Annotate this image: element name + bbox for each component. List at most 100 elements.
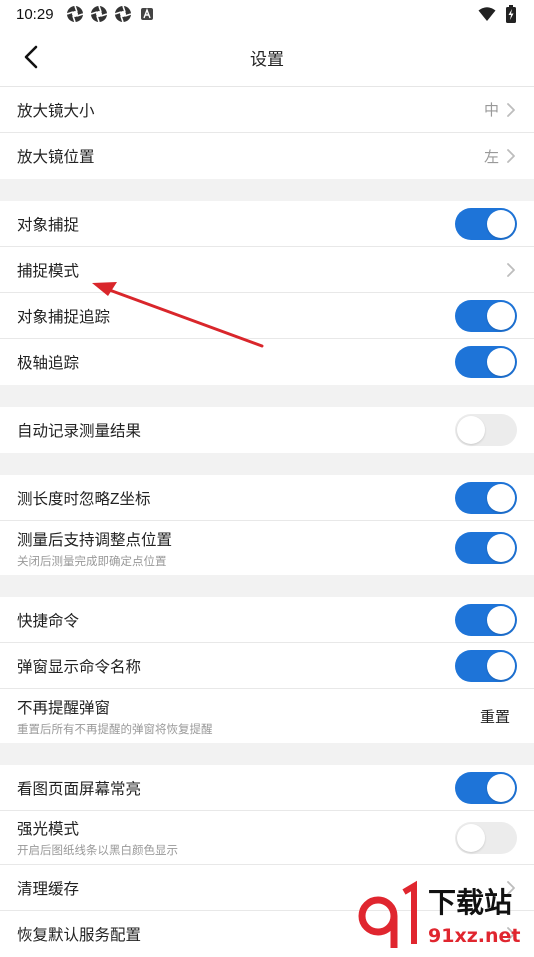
- chevron-right-icon: [505, 880, 517, 896]
- setting-row-clear-cache[interactable]: 清理缓存: [0, 865, 534, 911]
- chevron-right-icon: [505, 926, 517, 942]
- toggle-switch[interactable]: [455, 821, 517, 854]
- group-separator: [0, 179, 534, 201]
- setting-text: 弹窗显示命令名称: [17, 655, 455, 677]
- setting-text: 放大镜大小: [17, 99, 484, 121]
- toggle-switch[interactable]: [455, 481, 517, 514]
- group-separator: [0, 575, 534, 597]
- setting-label: 对象捕捉追踪: [17, 308, 111, 326]
- wifi-icon: [478, 5, 496, 23]
- setting-label: 放大镜大小: [17, 102, 95, 120]
- setting-value: 中: [483, 102, 499, 119]
- battery-charging-icon: [502, 5, 520, 23]
- status-time: 10:29: [16, 5, 54, 23]
- setting-row-object-snap: 对象捕捉: [0, 201, 534, 247]
- toggle-knob: [487, 605, 515, 634]
- settings-group: 放大镜大小 中放大镜位置 左: [0, 87, 534, 179]
- toggle-knob: [487, 483, 515, 512]
- setting-row-object-snap-tracking: 对象捕捉追踪: [0, 293, 534, 339]
- keyboard-a-icon: [138, 5, 156, 23]
- setting-label: 对象捕捉: [17, 216, 80, 234]
- setting-text: 对象捕捉追踪: [17, 305, 455, 327]
- setting-row-snap-mode[interactable]: 捕捉模式: [0, 247, 534, 293]
- reset-button[interactable]: 重置: [480, 706, 510, 727]
- setting-text: 看图页面屏幕常亮: [17, 777, 455, 799]
- settings-group: 看图页面屏幕常亮 强光模式开启后图纸线条以黑白颜色显示清理缓存恢复默认服务配置: [0, 765, 534, 957]
- group-separator: [0, 453, 534, 475]
- toggle-switch[interactable]: [455, 532, 517, 564]
- setting-row-popup-command-name: 弹窗显示命令名称: [0, 643, 534, 689]
- toggle-switch[interactable]: [455, 603, 517, 636]
- app-bar: 设置: [0, 28, 534, 87]
- setting-text: 恢复默认服务配置: [17, 923, 505, 945]
- toggle-knob: [457, 823, 485, 852]
- setting-row-magnifier-size[interactable]: 放大镜大小 中: [0, 87, 534, 133]
- setting-label: 恢复默认服务配置: [17, 927, 142, 944]
- setting-description: 关闭后测量完成即确定点位置: [17, 555, 167, 568]
- toggle-knob: [487, 773, 515, 802]
- setting-row-quick-command: 快捷命令: [0, 597, 534, 643]
- aperture-icon: [66, 5, 84, 23]
- settings-group: 自动记录测量结果: [0, 407, 534, 453]
- setting-description: 开启后图纸线条以黑白颜色显示: [17, 845, 178, 857]
- setting-row-restore-default-service[interactable]: 恢复默认服务配置: [0, 911, 534, 957]
- aperture-icon: [114, 5, 132, 23]
- toggle-knob: [487, 209, 515, 238]
- setting-label: 看图页面屏幕常亮: [17, 780, 142, 798]
- setting-row-no-remind-popup: 不再提醒弹窗 重置后所有不再提醒的弹窗将恢复提醒 重置: [0, 689, 534, 743]
- settings-list: 放大镜大小 中放大镜位置 左对象捕捉 捕捉模式 对象捕捉追踪 极轴追踪 自动记录测量结果 测长…: [0, 87, 534, 957]
- setting-text: 极轴追踪: [17, 351, 455, 373]
- toggle-switch[interactable]: [455, 299, 517, 332]
- setting-label: 测长度时忽略Z坐标: [17, 490, 151, 508]
- setting-label: 极轴追踪: [17, 355, 80, 372]
- setting-label: 不再提醒弹窗: [17, 699, 111, 717]
- setting-text: 强光模式开启后图纸线条以黑白颜色显示: [17, 817, 455, 858]
- setting-label: 弹窗显示命令名称: [17, 658, 142, 676]
- setting-description: 重置后所有不再提醒的弹窗将恢复提醒: [17, 723, 213, 736]
- toggle-switch[interactable]: [455, 414, 517, 446]
- setting-row-polar-tracking: 极轴追踪: [0, 339, 534, 385]
- setting-text: 自动记录测量结果: [17, 419, 455, 441]
- group-separator: [0, 385, 534, 407]
- setting-text: 捕捉模式: [17, 259, 505, 281]
- toggle-switch[interactable]: [455, 771, 517, 804]
- setting-value: 左: [483, 148, 499, 166]
- setting-row-ignore-z: 测长度时忽略Z坐标: [0, 475, 534, 521]
- toggle-switch[interactable]: [455, 649, 517, 682]
- setting-label: 自动记录测量结果: [17, 423, 142, 440]
- chevron-left-icon: [24, 45, 38, 69]
- toggle-knob: [487, 348, 515, 376]
- setting-text: 不再提醒弹窗重置后所有不再提醒的弹窗将恢复提醒: [17, 696, 480, 737]
- setting-label: 强光模式: [17, 821, 80, 838]
- page-title: 设置: [250, 49, 284, 69]
- setting-text: 清理缓存: [17, 877, 505, 899]
- toggle-knob: [487, 534, 515, 562]
- group-separator: [0, 743, 534, 765]
- settings-group: 测长度时忽略Z坐标测量后支持调整点位置关闭后测量完成即确定点位置: [0, 475, 534, 575]
- aperture-icon: [90, 5, 108, 23]
- toggle-switch[interactable]: [455, 207, 517, 240]
- setting-row-adjust-point: 测量后支持调整点位置关闭后测量完成即确定点位置: [0, 521, 534, 575]
- status-bar: 10:29: [0, 0, 534, 28]
- setting-label: 清理缓存: [17, 880, 80, 898]
- setting-text: 对象捕捉: [17, 213, 455, 235]
- setting-text: 快捷命令: [17, 609, 455, 631]
- setting-row-auto-record-measure: 自动记录测量结果: [0, 407, 534, 453]
- setting-label: 快捷命令: [17, 612, 80, 630]
- back-button[interactable]: [14, 40, 48, 74]
- chevron-right-icon: [505, 262, 517, 278]
- setting-label: 捕捉模式: [17, 262, 80, 280]
- setting-text: 测长度时忽略Z坐标: [17, 487, 455, 509]
- setting-text: 放大镜位置: [17, 145, 484, 167]
- setting-label: 放大镜位置: [17, 149, 95, 166]
- setting-text: 测量后支持调整点位置关闭后测量完成即确定点位置: [17, 528, 455, 569]
- chevron-right-icon: [505, 102, 517, 118]
- setting-row-magnifier-position[interactable]: 放大镜位置 左: [0, 133, 534, 179]
- toggle-knob: [457, 416, 485, 444]
- settings-group: 对象捕捉捕捉模式对象捕捉追踪 极轴追踪: [0, 201, 534, 385]
- toggle-switch[interactable]: [455, 346, 517, 378]
- toggle-knob: [487, 301, 515, 330]
- toggle-knob: [487, 651, 515, 680]
- setting-label: 测量后支持调整点位置: [17, 531, 173, 549]
- setting-row-screen-always-on: 看图页面屏幕常亮: [0, 765, 534, 811]
